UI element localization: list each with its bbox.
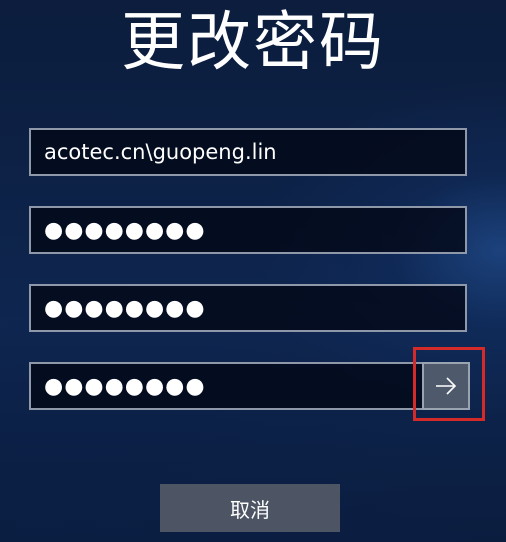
page-title: 更改密码 bbox=[121, 6, 385, 80]
cancel-button[interactable]: 取消 bbox=[160, 484, 340, 532]
confirm-password-mask: ●●●●●●●● bbox=[44, 373, 206, 399]
old-password-mask: ●●●●●●●● bbox=[44, 217, 206, 243]
highlight-box bbox=[413, 347, 485, 421]
new-password-field[interactable]: ●●●●●●●● bbox=[29, 284, 467, 332]
old-password-field[interactable]: ●●●●●●●● bbox=[29, 206, 467, 254]
username-field[interactable]: acotec.cn\guopeng.lin bbox=[29, 128, 467, 176]
new-password-mask: ●●●●●●●● bbox=[44, 295, 206, 321]
username-value: acotec.cn\guopeng.lin bbox=[44, 140, 277, 164]
confirm-password-field[interactable]: ●●●●●●●● bbox=[29, 362, 470, 410]
